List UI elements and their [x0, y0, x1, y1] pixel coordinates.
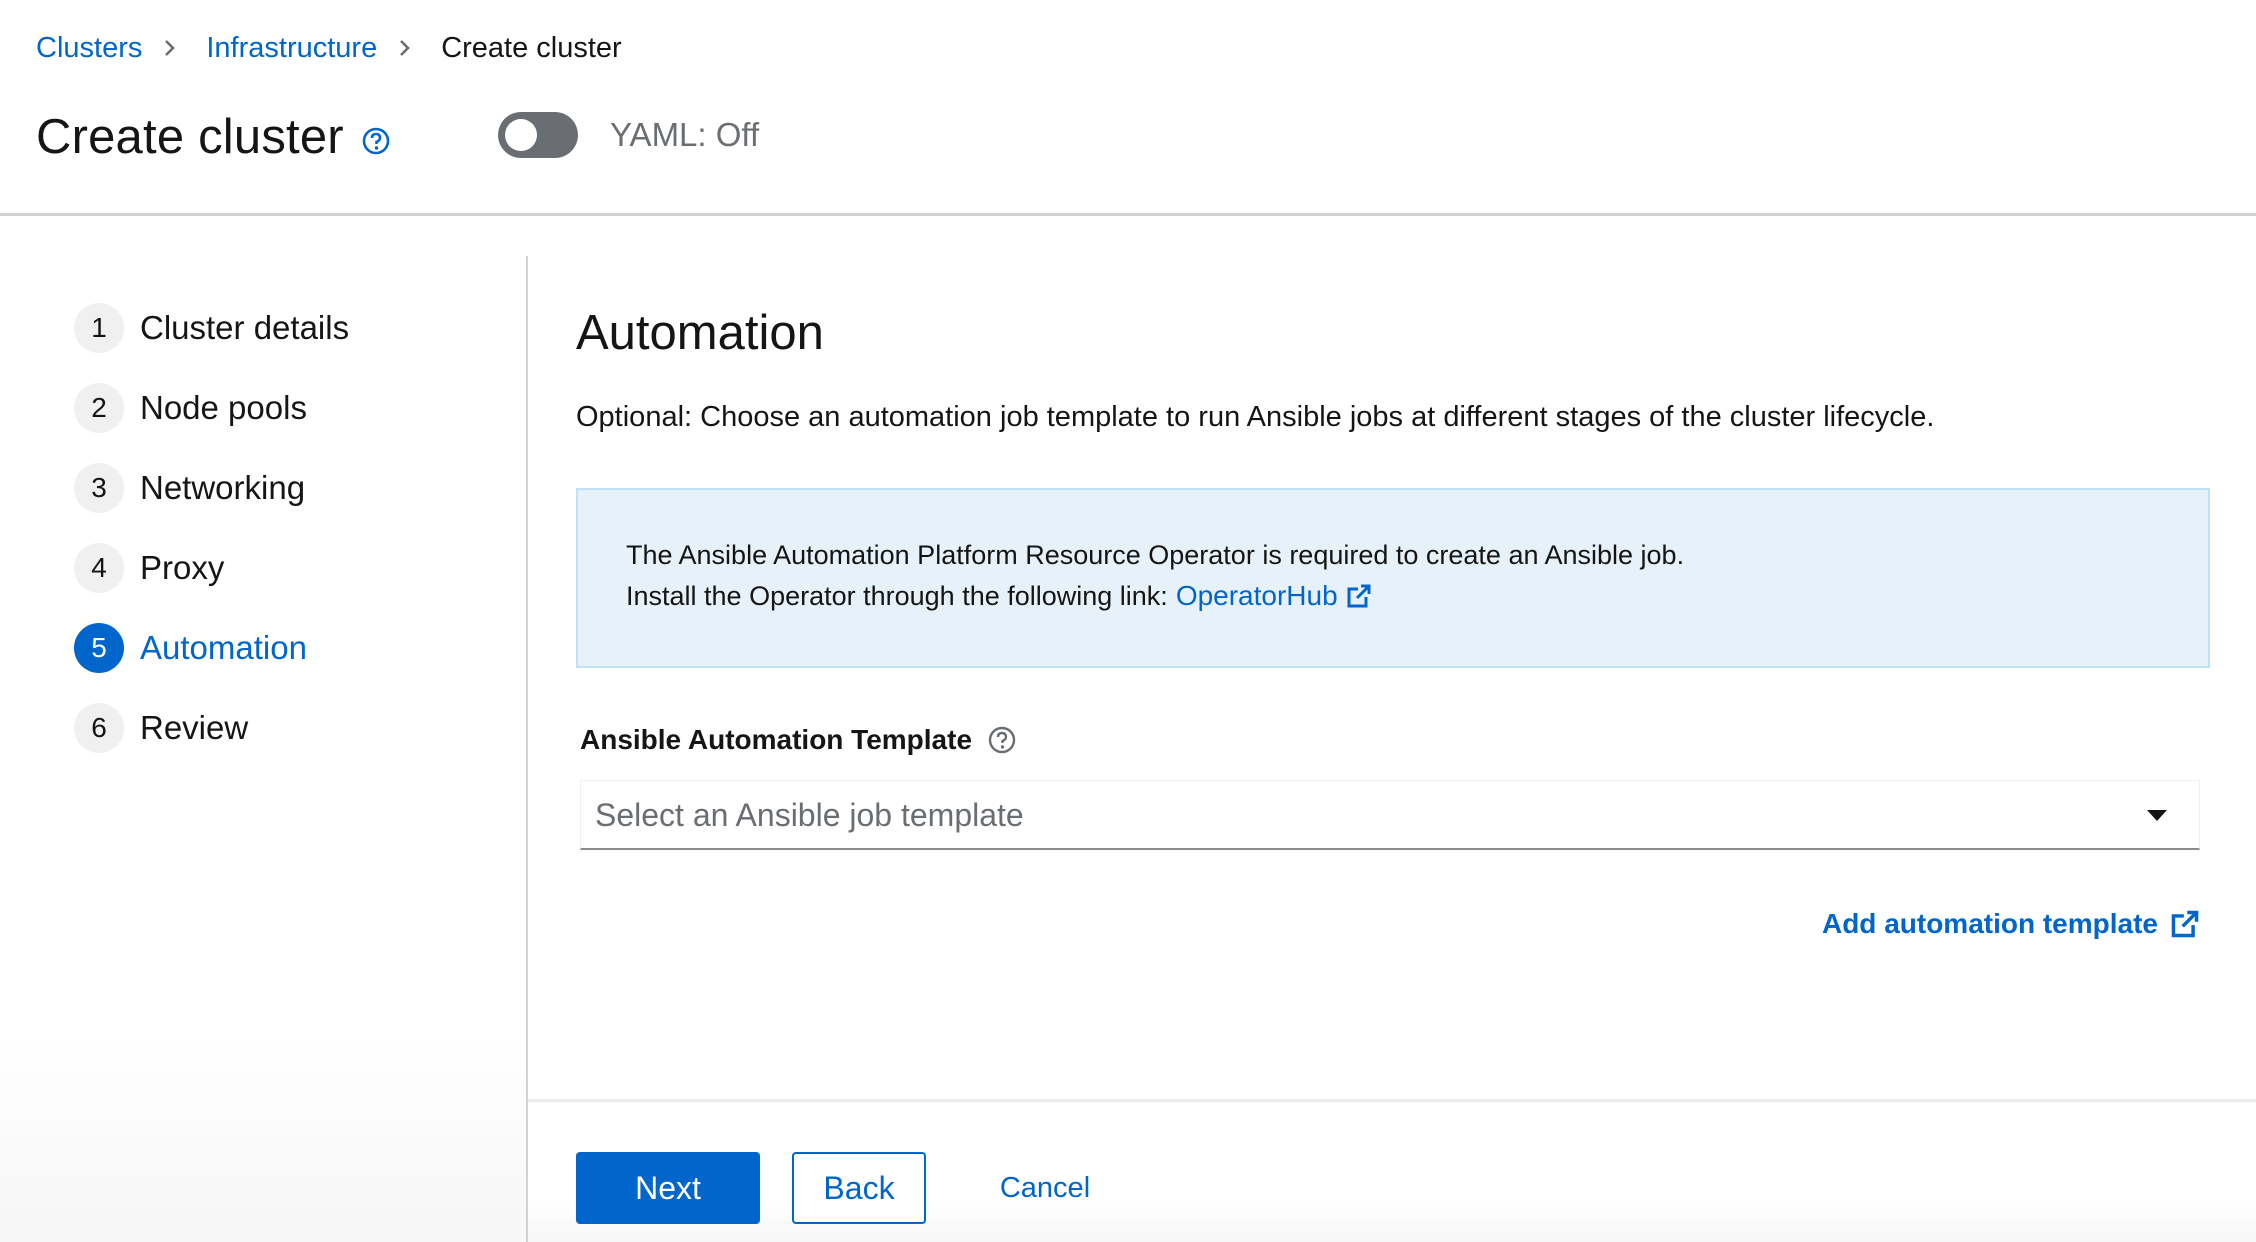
external-link-icon: [1347, 584, 1371, 608]
external-link-icon: [2171, 910, 2199, 938]
alert-text: The Ansible Automation Platform Resource…: [626, 540, 1685, 570]
ansible-template-select[interactable]: Select an Ansible job template: [580, 780, 2200, 850]
chevron-right-icon: [164, 39, 176, 57]
wizard-step-networking[interactable]: 3 Networking: [74, 463, 349, 513]
section-title: Automation: [576, 306, 824, 360]
step-number: 4: [74, 543, 124, 593]
step-label: Review: [140, 709, 249, 746]
caret-down-icon: [2147, 810, 2167, 821]
back-button[interactable]: Back: [792, 1152, 926, 1224]
wizard-step-review[interactable]: 6 Review: [74, 703, 349, 753]
step-label: Automation: [140, 629, 307, 666]
next-button[interactable]: Next: [576, 1152, 760, 1224]
step-number: 5: [74, 623, 124, 673]
wizard-nav: 1 Cluster details 2 Node pools 3 Network…: [0, 219, 526, 1242]
alert-install-text: Install the Operator through the followi…: [626, 580, 1168, 611]
step-number: 6: [74, 703, 124, 753]
step-label: Networking: [140, 469, 306, 506]
step-label: Cluster details: [140, 309, 350, 346]
section-description: Optional: Choose an automation job templ…: [576, 401, 1935, 433]
breadcrumb-infrastructure[interactable]: Infrastructure: [206, 32, 377, 65]
page-title: Create cluster: [36, 110, 344, 164]
wizard-step-node-pools[interactable]: 2 Node pools: [74, 383, 349, 433]
title-row: Create cluster: [36, 102, 390, 172]
wizard-step-cluster-details[interactable]: 1 Cluster details: [74, 303, 349, 353]
cancel-button[interactable]: Cancel: [978, 1152, 1112, 1224]
step-number: 3: [74, 463, 124, 513]
wizard-main: Automation Optional: Choose an automatio…: [528, 219, 2256, 1099]
wizard-step-proxy[interactable]: 4 Proxy: [74, 543, 349, 593]
operatorhub-link[interactable]: OperatorHub: [1176, 580, 1372, 612]
alert-install-row: Install the Operator through the followi…: [626, 580, 1372, 612]
ansible-template-label: Ansible Automation Template: [580, 720, 1016, 760]
page-header: Clusters Infrastructure Create cluster C…: [0, 0, 2256, 216]
step-label: Proxy: [140, 549, 225, 586]
wizard-step-automation[interactable]: 5 Automation: [74, 623, 349, 673]
wizard-footer: Next Back Cancel: [528, 1099, 2256, 1242]
add-automation-template-label: Add automation template: [1821, 908, 2158, 939]
add-automation-template-link[interactable]: Add automation template: [1822, 903, 2200, 945]
select-placeholder: Select an Ansible job template: [595, 796, 1024, 833]
info-alert: The Ansible Automation Platform Resource…: [576, 488, 2210, 668]
step-number: 1: [74, 303, 124, 353]
toggle-knob: [505, 119, 537, 151]
breadcrumb-clusters[interactable]: Clusters: [36, 32, 142, 65]
operatorhub-link-label: OperatorHub: [1175, 580, 1338, 611]
breadcrumb: Clusters Infrastructure Create cluster: [36, 28, 622, 68]
yaml-toggle[interactable]: [498, 112, 578, 158]
wizard-steps-list: 1 Cluster details 2 Node pools 3 Network…: [74, 303, 349, 783]
ansible-template-label-text: Ansible Automation Template: [580, 724, 973, 755]
breadcrumb-current: Create cluster: [441, 31, 622, 64]
help-circle-icon[interactable]: [988, 726, 1016, 754]
step-number: 2: [74, 383, 124, 433]
yaml-toggle-label: YAML: Off: [610, 116, 760, 153]
step-label: Node pools: [140, 389, 307, 426]
help-circle-icon[interactable]: [362, 127, 390, 155]
chevron-right-icon: [399, 39, 411, 57]
